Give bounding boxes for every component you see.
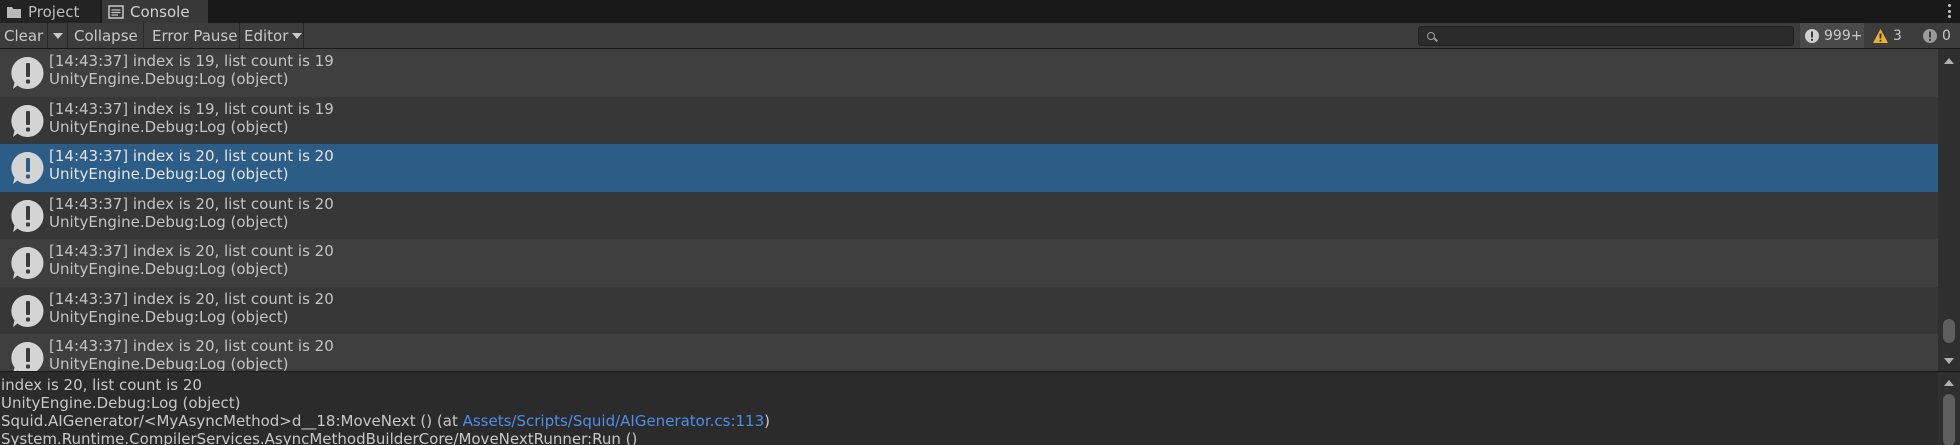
log-message-icon: [11, 56, 44, 89]
detail-message: index is 20, list count is 20: [1, 376, 202, 394]
log-message: [14:43:37] index is 19, list count is 19: [49, 52, 334, 70]
detail-stack-line: System.Runtime.CompilerServices.AsyncMet…: [1, 430, 638, 445]
log-message-icon: [11, 341, 44, 371]
error-count: 0: [1942, 27, 1951, 44]
search-field[interactable]: [1418, 26, 1794, 46]
editor-dropdown[interactable]: Editor: [240, 23, 304, 48]
log-source: UnityEngine.Debug:Log (object): [49, 212, 289, 231]
stack-line-suffix: ): [764, 412, 770, 430]
log-message: [14:43:37] index is 19, list count is 19: [49, 99, 334, 118]
collapse-label: Collapse: [74, 26, 138, 45]
scrollbar-thumb[interactable]: [1943, 394, 1955, 445]
stack-trace-pane: index is 20, list count is 20 UnityEngin…: [0, 371, 1938, 445]
search-icon: [1427, 32, 1435, 40]
chevron-down-icon: [292, 32, 303, 39]
log-entry-selected[interactable]: [14:43:37] index is 20, list count is 20…: [0, 144, 1938, 192]
detail-stack-line: Squid.AIGenerator/<MyAsyncMethod>d__18:M…: [1, 412, 770, 430]
log-count: 999+: [1824, 27, 1863, 44]
log-entry[interactable]: [14:43:37] index is 19, list count is 19…: [0, 96, 1938, 144]
console-icon: [108, 4, 124, 19]
scroll-up-icon[interactable]: [1944, 58, 1954, 64]
log-message: [14:43:37] index is 20, list count is 20: [49, 194, 334, 213]
scroll-down-icon[interactable]: [1944, 358, 1954, 364]
log-message-icon: [11, 294, 44, 327]
error-pause-label: Error Pause: [152, 26, 238, 45]
log-list-scrollbar[interactable]: [1938, 49, 1960, 371]
log-entry[interactable]: [14:43:37] index is 20, list count is 20…: [0, 239, 1938, 287]
stack-line-prefix: Squid.AIGenerator/<MyAsyncMethod>d__18:M…: [1, 412, 463, 430]
tab-project-label: Project: [28, 2, 80, 21]
scroll-up-icon[interactable]: [1944, 380, 1954, 386]
log-entry[interactable]: [14:43:37] index is 20, list count is 20…: [0, 191, 1938, 239]
search-input[interactable]: [1441, 27, 1791, 45]
log-source: UnityEngine.Debug:Log (object): [49, 70, 289, 88]
log-message-icon: [11, 199, 44, 232]
log-entry[interactable]: [14:43:37] index is 19, list count is 19…: [0, 49, 1938, 97]
clear-label: Clear: [4, 26, 44, 45]
log-message: [14:43:37] index is 20, list count is 20: [49, 242, 334, 260]
log-entry[interactable]: [14:43:37] index is 20, list count is 20…: [0, 334, 1938, 371]
error-pause-toggle[interactable]: Error Pause: [148, 23, 240, 48]
log-message-icon: [11, 246, 44, 279]
source-file-link[interactable]: Assets/Scripts/Squid/AIGenerator.cs:113: [463, 412, 765, 430]
info-icon: [1805, 28, 1819, 43]
console-toolbar: Clear Collapse Error Pause Editor 999+ 3: [0, 23, 1960, 49]
collapse-toggle[interactable]: Collapse: [70, 23, 144, 48]
folder-icon: [7, 6, 21, 18]
clear-button[interactable]: Clear: [0, 23, 48, 48]
tab-bar: Project Console: [0, 0, 1960, 23]
tab-console[interactable]: Console: [102, 0, 208, 23]
error-count-toggle[interactable]: 0: [1918, 23, 1960, 48]
stack-trace-scrollbar[interactable]: [1938, 371, 1960, 445]
log-message: [14:43:37] index is 20, list count is 20: [49, 147, 334, 165]
chevron-down-icon: [52, 32, 63, 39]
log-message: [14:43:37] index is 20, list count is 20: [49, 337, 334, 355]
log-source: UnityEngine.Debug:Log (object): [49, 307, 289, 326]
warning-count: 3: [1893, 27, 1902, 44]
log-source: UnityEngine.Debug:Log (object): [49, 260, 289, 278]
log-source: UnityEngine.Debug:Log (object): [49, 355, 289, 371]
tab-console-label: Console: [130, 2, 190, 21]
more-options-icon[interactable]: [1946, 2, 1952, 20]
editor-label: Editor: [244, 26, 289, 45]
warning-icon: [1873, 28, 1888, 43]
log-count-toggle[interactable]: 999+: [1800, 23, 1864, 48]
warning-count-toggle[interactable]: 3: [1868, 23, 1918, 48]
log-message: [14:43:37] index is 20, list count is 20: [49, 289, 334, 308]
log-message-icon: [11, 104, 44, 137]
log-message-icon: [11, 151, 44, 184]
log-source: UnityEngine.Debug:Log (object): [49, 165, 289, 183]
clear-options-dropdown[interactable]: [48, 23, 68, 48]
error-icon: [1923, 28, 1937, 43]
log-list: [14:43:37] index is 19, list count is 19…: [0, 49, 1938, 371]
tab-project[interactable]: Project: [0, 0, 100, 23]
detail-source: UnityEngine.Debug:Log (object): [1, 394, 241, 412]
scrollbar-thumb[interactable]: [1943, 319, 1955, 343]
log-entry[interactable]: [14:43:37] index is 20, list count is 20…: [0, 286, 1938, 334]
log-source: UnityEngine.Debug:Log (object): [49, 117, 289, 136]
